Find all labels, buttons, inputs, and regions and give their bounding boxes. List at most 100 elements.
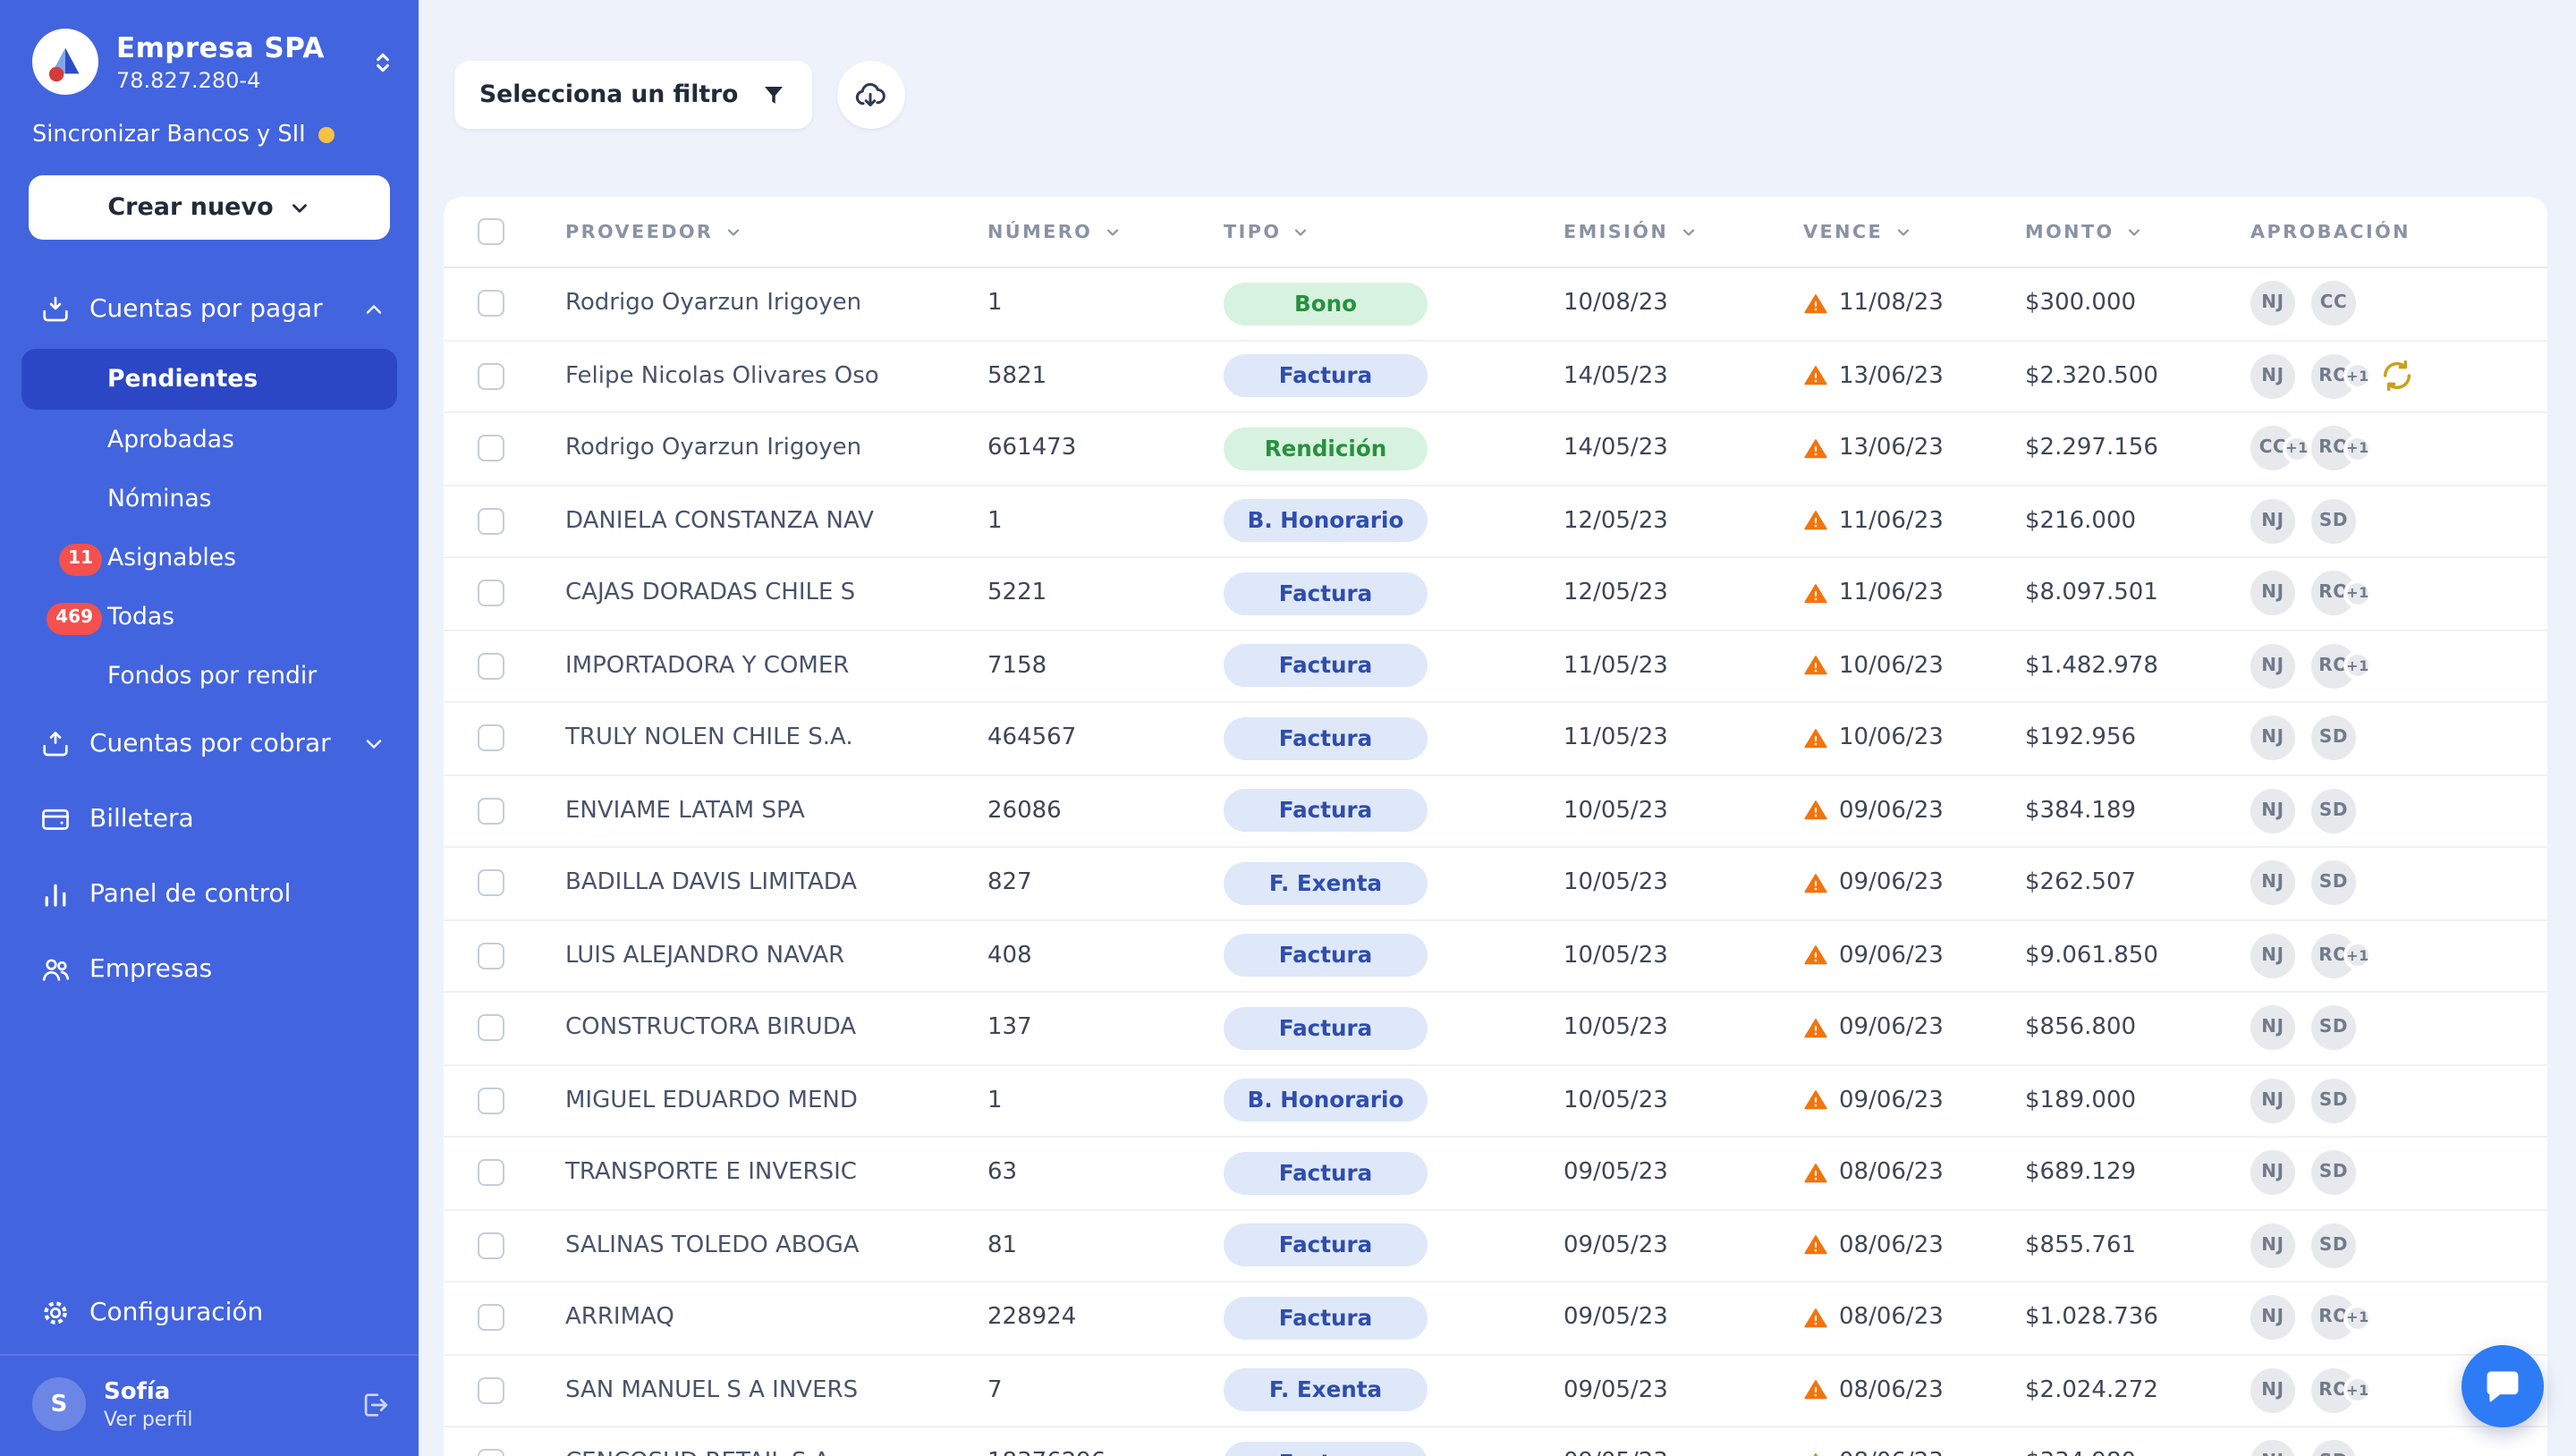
approver-avatar[interactable]: NJ — [2250, 1441, 2295, 1456]
approver-overflow-badge[interactable]: +1 — [2343, 362, 2372, 391]
sort-chevron-icon[interactable] — [1292, 223, 1309, 241]
approver-avatar[interactable]: NJ — [2250, 644, 2295, 689]
sidebar-item-fondos-por-rendir[interactable]: Fondos por rendir — [0, 648, 419, 707]
approver-avatar[interactable]: CC — [2311, 282, 2356, 326]
table-row[interactable]: Rodrigo Oyarzun Irigoyen661473Rendición1… — [444, 413, 2547, 486]
table-row[interactable]: TRANSPORTE E INVERSIC63Factura09/05/2308… — [444, 1138, 2547, 1210]
approver-overflow-badge[interactable]: +1 — [2283, 435, 2311, 463]
approver-avatar[interactable]: RO+1 — [2311, 571, 2356, 616]
row-checkbox[interactable] — [478, 436, 504, 462]
approver-avatar[interactable]: RO+1 — [2311, 934, 2356, 978]
sidebar-item-pendientes[interactable]: Pendientes — [21, 349, 397, 410]
approver-avatar[interactable]: RO+1 — [2311, 354, 2356, 399]
approver-avatar[interactable]: SD — [2311, 1151, 2356, 1196]
approver-avatar[interactable]: NJ — [2250, 571, 2295, 616]
table-row[interactable]: Felipe Nicolas Olivares Oso5821Factura14… — [444, 341, 2547, 413]
approver-avatar[interactable]: CC+1 — [2250, 427, 2295, 471]
column-header-vence[interactable]: VENCE — [1778, 221, 2000, 242]
approver-avatar[interactable]: RO+1 — [2311, 1368, 2356, 1413]
sidebar-item-nominas[interactable]: Nóminas — [0, 470, 419, 529]
row-checkbox[interactable] — [478, 1088, 504, 1114]
sidebar-item-todas[interactable]: 469Todas — [0, 588, 419, 648]
download-button[interactable] — [836, 61, 904, 129]
table-row[interactable]: BADILLA DAVIS LIMITADA827F. Exenta10/05/… — [444, 848, 2547, 920]
approver-avatar[interactable]: NJ — [2250, 934, 2295, 978]
sync-banks-sii-link[interactable]: Sincronizar Bancos y SII — [0, 95, 419, 148]
column-header-monto[interactable]: MONTO — [2000, 221, 2225, 242]
column-header-aprobacion[interactable]: APROBACIÓN — [2225, 221, 2547, 242]
approver-avatar[interactable]: SD — [2311, 1079, 2356, 1123]
table-row[interactable]: SAN MANUEL S A INVERS7F. Exenta09/05/230… — [444, 1355, 2547, 1427]
approver-avatar[interactable]: NJ — [2250, 1079, 2295, 1123]
sidebar-item-panel-de-control[interactable]: Panel de control — [0, 857, 419, 932]
column-header-proveedor[interactable]: PROVEEDOR — [540, 221, 962, 242]
recurring-link-icon[interactable] — [2379, 359, 2415, 394]
approver-avatar[interactable]: SD — [2311, 499, 2356, 544]
sidebar-item-asignables[interactable]: 11Asignables — [0, 529, 419, 588]
approver-avatar[interactable]: SD — [2311, 1441, 2356, 1456]
table-row[interactable]: MIGUEL EDUARDO MEND1B. Honorario10/05/23… — [444, 1065, 2547, 1138]
company-switcher[interactable]: Empresa SPA 78.827.280-4 — [0, 0, 419, 95]
column-header-numero[interactable]: NÚMERO — [962, 221, 1199, 242]
row-checkbox[interactable] — [478, 798, 504, 825]
row-checkbox[interactable] — [478, 870, 504, 897]
approver-avatar[interactable]: RO+1 — [2311, 427, 2356, 471]
approver-avatar[interactable]: NJ — [2250, 1151, 2295, 1196]
approver-avatar[interactable]: SD — [2311, 1006, 2356, 1051]
approver-avatar[interactable]: RO+1 — [2311, 1296, 2356, 1341]
row-checkbox[interactable] — [478, 725, 504, 752]
table-row[interactable]: CAJAS DORADAS CHILE S5221Factura12/05/23… — [444, 558, 2547, 631]
table-row[interactable]: Rodrigo Oyarzun Irigoyen1Bono10/08/2311/… — [444, 268, 2547, 341]
approver-avatar[interactable]: SD — [2311, 716, 2356, 761]
table-row[interactable]: SALINAS TOLEDO ABOGA81Factura09/05/2308/… — [444, 1210, 2547, 1282]
approver-avatar[interactable]: NJ — [2250, 1368, 2295, 1413]
view-profile-link[interactable]: Ver perfil — [104, 1407, 192, 1430]
table-row[interactable]: ARRIMAQ228924Factura09/05/2308/06/23$1.0… — [444, 1282, 2547, 1355]
approver-avatar[interactable]: NJ — [2250, 354, 2295, 399]
sort-chevron-icon[interactable] — [1679, 223, 1697, 241]
approver-avatar[interactable]: NJ — [2250, 1296, 2295, 1341]
row-checkbox[interactable] — [478, 1377, 504, 1404]
approver-overflow-badge[interactable]: +1 — [2343, 1304, 2372, 1333]
approver-avatar[interactable]: SD — [2311, 1223, 2356, 1268]
row-checkbox[interactable] — [478, 1232, 504, 1259]
column-header-tipo[interactable]: TIPO — [1199, 221, 1538, 242]
sidebar-item-billetera[interactable]: Billetera — [0, 782, 419, 857]
approver-avatar[interactable]: NJ — [2250, 282, 2295, 326]
sort-chevron-icon[interactable] — [1894, 223, 1911, 241]
row-checkbox[interactable] — [478, 653, 504, 680]
approver-overflow-badge[interactable]: +1 — [2343, 1376, 2372, 1405]
chat-bubble-button[interactable] — [2462, 1345, 2544, 1427]
approver-avatar[interactable]: NJ — [2250, 861, 2295, 906]
approver-overflow-badge[interactable]: +1 — [2343, 652, 2372, 681]
table-row[interactable]: DANIELA CONSTANZA NAV1B. Honorario12/05/… — [444, 486, 2547, 558]
approver-avatar[interactable]: SD — [2311, 861, 2356, 906]
row-checkbox[interactable] — [478, 1015, 504, 1042]
approver-avatar[interactable]: NJ — [2250, 1223, 2295, 1268]
approver-avatar[interactable]: NJ — [2250, 716, 2295, 761]
logout-icon[interactable] — [360, 1389, 390, 1419]
approver-overflow-badge[interactable]: +1 — [2343, 580, 2372, 608]
row-checkbox[interactable] — [478, 508, 504, 535]
sort-chevron-icon[interactable] — [724, 223, 741, 241]
row-checkbox[interactable] — [478, 291, 504, 317]
approver-avatar[interactable]: RO+1 — [2311, 644, 2356, 689]
row-checkbox[interactable] — [478, 1305, 504, 1332]
table-row[interactable]: LUIS ALEJANDRO NAVAR408Factura10/05/2309… — [444, 920, 2547, 993]
row-checkbox[interactable] — [478, 363, 504, 390]
sidebar-item-configuracion[interactable]: Configuración — [0, 1272, 419, 1354]
approver-avatar[interactable]: NJ — [2250, 499, 2295, 544]
table-row[interactable]: CONSTRUCTORA BIRUDA137Factura10/05/2309/… — [444, 993, 2547, 1065]
sidebar-item-cuentas-por-pagar[interactable]: Cuentas por pagar — [0, 272, 419, 347]
table-row[interactable]: ENVIAME LATAM SPA26086Factura10/05/2309/… — [444, 775, 2547, 848]
table-row[interactable]: CENCOSUD RETAIL S.A.18376296Factura09/05… — [444, 1427, 2547, 1456]
row-checkbox[interactable] — [478, 580, 504, 607]
sort-chevron-icon[interactable] — [1103, 223, 1121, 241]
select-all-checkbox[interactable] — [478, 218, 504, 245]
create-new-button[interactable]: Crear nuevo — [29, 175, 390, 240]
approver-avatar[interactable]: SD — [2311, 789, 2356, 834]
table-row[interactable]: IMPORTADORA Y COMER7158Factura11/05/2310… — [444, 631, 2547, 703]
table-row[interactable]: TRULY NOLEN CHILE S.A.464567Factura11/05… — [444, 703, 2547, 775]
sort-chevron-icon[interactable] — [2125, 223, 2143, 241]
row-checkbox[interactable] — [478, 943, 504, 969]
